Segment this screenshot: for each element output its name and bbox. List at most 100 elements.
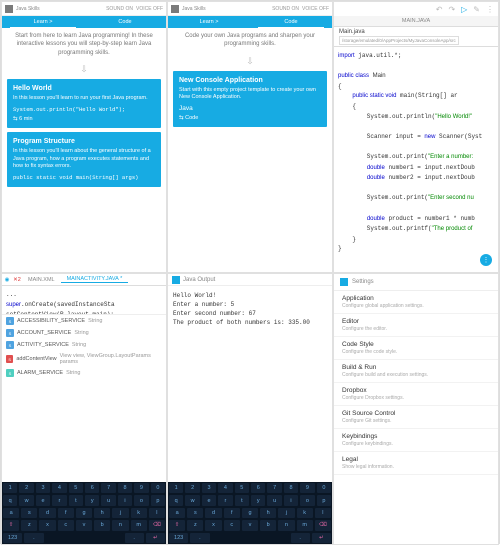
key-4[interactable]: 4: [52, 483, 66, 493]
tab-code[interactable]: Code: [250, 16, 332, 28]
sound-toggle[interactable]: SOUND ON: [106, 6, 133, 12]
key-x[interactable]: x: [205, 520, 221, 530]
code-area[interactable]: ... super.onCreate(savedInstanceSta setC…: [2, 286, 166, 314]
key-s[interactable]: s: [21, 508, 37, 518]
key-m[interactable]: m: [297, 520, 313, 530]
key-1[interactable]: 1: [169, 483, 183, 493]
key-0[interactable]: 0: [317, 483, 331, 493]
key-u[interactable]: u: [101, 495, 115, 505]
key-h[interactable]: h: [260, 508, 276, 518]
edit-icon[interactable]: ✎: [473, 5, 480, 14]
voice-toggle[interactable]: VOICE OFF: [302, 6, 329, 12]
suggestion-item[interactable]: SACCOUNT_SERVICE String: [2, 327, 166, 339]
key-↵[interactable]: ↵: [146, 533, 165, 543]
key-y[interactable]: y: [251, 495, 265, 505]
key-1[interactable]: 1: [3, 483, 17, 493]
key-5[interactable]: 5: [69, 483, 83, 493]
key-r[interactable]: r: [52, 495, 66, 505]
suggestion-item[interactable]: SALARM_SERVICE String: [2, 367, 166, 379]
sound-toggle[interactable]: SOUND ON: [272, 6, 299, 12]
settings-item[interactable]: Git Source ControlConfigure Git settings…: [334, 406, 498, 429]
key-l[interactable]: l: [315, 508, 331, 518]
key-m[interactable]: m: [131, 520, 147, 530]
key-d[interactable]: d: [205, 508, 221, 518]
lesson-card-hello-world[interactable]: Hello World In this lesson you'll learn …: [7, 79, 161, 128]
fab-button[interactable]: ⋮: [480, 254, 492, 266]
key-t[interactable]: t: [69, 495, 83, 505]
key-j[interactable]: j: [112, 508, 128, 518]
close-tabs[interactable]: ✕2: [12, 277, 22, 283]
key-k[interactable]: k: [131, 508, 147, 518]
key-7[interactable]: 7: [101, 483, 115, 493]
key-8[interactable]: 8: [284, 483, 298, 493]
settings-item[interactable]: DropboxConfigure Dropbox settings.: [334, 383, 498, 406]
settings-item[interactable]: ApplicationConfigure global application …: [334, 291, 498, 314]
redo-icon[interactable]: ↷: [448, 5, 455, 14]
key-p[interactable]: p: [317, 495, 331, 505]
lesson-card-program-structure[interactable]: Program Structure In this lesson you'll …: [7, 132, 161, 187]
key-b[interactable]: b: [260, 520, 276, 530]
key-w[interactable]: w: [19, 495, 33, 505]
key-o[interactable]: o: [134, 495, 148, 505]
key-123[interactable]: 123: [3, 533, 22, 543]
key-6[interactable]: 6: [251, 483, 265, 493]
key-w[interactable]: w: [185, 495, 199, 505]
key-z[interactable]: z: [21, 520, 37, 530]
suggestion-item[interactable]: SACTIVITY_SERVICE String: [2, 339, 166, 351]
key-n[interactable]: n: [278, 520, 294, 530]
key-5[interactable]: 5: [235, 483, 249, 493]
key-v[interactable]: v: [242, 520, 258, 530]
settings-item[interactable]: LegalShow legal information.: [334, 452, 498, 475]
key-y[interactable]: y: [85, 495, 99, 505]
key-↵[interactable]: ↵: [312, 533, 331, 543]
key-7[interactable]: 7: [267, 483, 281, 493]
key-g[interactable]: g: [242, 508, 258, 518]
settings-item[interactable]: Build & RunConfigure build and execution…: [334, 360, 498, 383]
key-o[interactable]: o: [300, 495, 314, 505]
tab-mainactivity[interactable]: MAINACTIVITY.JAVA *: [61, 276, 129, 283]
voice-toggle[interactable]: VOICE OFF: [136, 6, 163, 12]
suggestion-item[interactable]: SaddContentView View view, ViewGroup.Lay…: [2, 351, 166, 367]
file-tab[interactable]: MAIN.JAVA: [334, 16, 498, 27]
key-b[interactable]: b: [94, 520, 110, 530]
key-3[interactable]: 3: [202, 483, 216, 493]
key-r[interactable]: r: [218, 495, 232, 505]
key-x[interactable]: x: [39, 520, 55, 530]
menu-icon[interactable]: ⋮: [486, 5, 494, 14]
play-icon[interactable]: ◉: [2, 277, 12, 283]
key-6[interactable]: 6: [85, 483, 99, 493]
key-.[interactable]: .: [125, 533, 144, 543]
key-0[interactable]: 0: [151, 483, 165, 493]
key-␣[interactable]: [212, 533, 289, 543]
key-q[interactable]: q: [169, 495, 183, 505]
key-c[interactable]: c: [58, 520, 74, 530]
key-3[interactable]: 3: [36, 483, 50, 493]
tab-learn[interactable]: Learn >: [2, 16, 84, 28]
tab-code[interactable]: Code: [84, 16, 166, 28]
run-icon[interactable]: ▷: [461, 5, 467, 14]
tab-learn[interactable]: Learn >: [168, 16, 250, 28]
key-9[interactable]: 9: [134, 483, 148, 493]
key-2[interactable]: 2: [19, 483, 33, 493]
key-s[interactable]: s: [187, 508, 203, 518]
key-.[interactable]: .: [291, 533, 310, 543]
key-q[interactable]: q: [3, 495, 17, 505]
new-project-card[interactable]: New Console Application Start with this …: [173, 71, 327, 127]
key-t[interactable]: t: [235, 495, 249, 505]
code-area[interactable]: import java.util.*; public class Main { …: [334, 47, 498, 258]
key-p[interactable]: p: [151, 495, 165, 505]
key-9[interactable]: 9: [300, 483, 314, 493]
settings-item[interactable]: EditorConfigure the editor.: [334, 314, 498, 337]
key-g[interactable]: g: [76, 508, 92, 518]
settings-item[interactable]: Code StyleConfigure the code style.: [334, 337, 498, 360]
key-f[interactable]: f: [224, 508, 240, 518]
key-.[interactable]: .: [190, 533, 209, 543]
key-z[interactable]: z: [187, 520, 203, 530]
key-␣[interactable]: [46, 533, 123, 543]
key-l[interactable]: l: [149, 508, 165, 518]
key-8[interactable]: 8: [118, 483, 132, 493]
key-⌫[interactable]: ⌫: [149, 520, 165, 530]
key-k[interactable]: k: [297, 508, 313, 518]
key-2[interactable]: 2: [185, 483, 199, 493]
key-v[interactable]: v: [76, 520, 92, 530]
